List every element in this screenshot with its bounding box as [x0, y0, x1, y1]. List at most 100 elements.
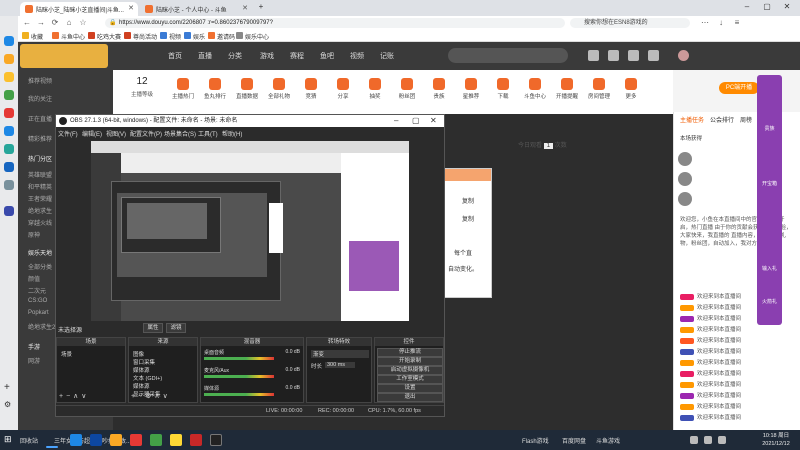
close-tab-icon[interactable]: ✕ [128, 4, 134, 12]
minimize-icon[interactable]: – [740, 2, 754, 14]
app-icon[interactable] [190, 434, 202, 446]
bookmark-item[interactable]: 邀请码 [208, 32, 235, 41]
app-icon[interactable] [4, 206, 14, 216]
dialog-copy-link[interactable]: 复制 [462, 196, 474, 205]
app-icon[interactable] [4, 180, 14, 190]
avatar[interactable] [678, 192, 692, 206]
bookmark-item[interactable]: 娱乐 [184, 32, 205, 41]
toolbar-item[interactable]: 竞猜 [293, 78, 329, 100]
toolbar-item[interactable]: 更多 [613, 78, 649, 100]
nav-link[interactable]: 分类 [228, 51, 242, 61]
browser-search-box[interactable]: 搜索你想在ESN8游戏的 [570, 18, 690, 28]
source-item[interactable]: 文本 (GDI+) [133, 374, 162, 382]
clock[interactable]: 10:18 周日 2021/12/12 [756, 432, 796, 448]
toolbar-item[interactable]: 房间管理 [581, 78, 617, 100]
source-item[interactable]: 媒体源 [133, 382, 150, 390]
toolbar-item[interactable]: 下载 [485, 78, 521, 100]
app-icon[interactable] [4, 108, 14, 118]
sidenav-item[interactable]: CS:GO [28, 298, 47, 304]
nav-link[interactable]: 鱼吧 [320, 51, 334, 61]
sidenav-item[interactable]: 颜值 [28, 274, 40, 283]
sidenav-item[interactable]: 原神 [28, 230, 40, 239]
toolbar-item[interactable]: 贵族 [421, 78, 457, 100]
sidenav-item[interactable]: 二次元 [28, 286, 46, 295]
promo-banner[interactable] [757, 75, 782, 325]
app-icon[interactable] [70, 434, 82, 446]
toolbar-item[interactable]: 斗鱼中心 [517, 78, 553, 100]
start-recording-button[interactable]: 开始录制 [377, 357, 443, 366]
sidenav-item[interactable]: 网游 [28, 356, 40, 365]
sidenav-item[interactable]: 正在直播 [28, 114, 52, 123]
sidenav-item[interactable]: 全部分类 [28, 262, 52, 271]
follow-icon[interactable] [608, 50, 619, 61]
duration-input[interactable]: 300 ms [325, 362, 355, 368]
home-icon[interactable]: ⌂ [64, 18, 74, 28]
start-menu-icon[interactable]: ⊞ [4, 434, 16, 446]
url-bar[interactable]: 🔒 https://www.douyu.com/2206807 :r=0.860… [105, 18, 565, 28]
obs-taskbar-icon[interactable] [210, 434, 222, 446]
source-item[interactable]: 图像 [133, 350, 144, 358]
chat-tab[interactable]: 主播任务 [680, 115, 704, 124]
filters-button[interactable]: 滤镜 [166, 323, 186, 333]
virtual-camera-button[interactable]: 启动虚拟摄像机 [377, 366, 443, 375]
dialog-copy-link[interactable]: 复制 [462, 214, 474, 223]
browser-tab-active[interactable]: 陆眯小芝_陆眯小芝直播间|斗鱼... ✕ [20, 2, 138, 16]
toolbar-item[interactable]: 星推荐 [453, 78, 489, 100]
chat-tab[interactable]: 周榜 [740, 115, 752, 124]
sidenav-item[interactable]: 英雄联盟 [28, 170, 52, 179]
stop-streaming-button[interactable]: 停止推流 [377, 348, 443, 357]
app-icon[interactable] [4, 162, 14, 172]
download-icon[interactable]: ↓ [716, 18, 726, 28]
sidenav-item[interactable]: 精彩推荐 [28, 134, 52, 143]
new-tab-button[interactable]: + [254, 2, 268, 14]
toolbar-item[interactable]: 鱼丸排行 [197, 78, 233, 100]
message-icon[interactable] [628, 50, 639, 61]
app-icon[interactable] [4, 54, 14, 64]
settings-gear-icon[interactable]: ⚙ [4, 400, 14, 410]
obs-preview[interactable] [91, 141, 409, 321]
toolbar-item[interactable]: 分享 [325, 78, 361, 100]
nav-link[interactable]: 游戏 [260, 51, 274, 61]
sidenav-item[interactable]: 推荐视频 [28, 76, 52, 85]
extension-icon[interactable]: ⋯ [700, 18, 710, 28]
forward-icon[interactable]: → [36, 18, 46, 28]
avatar[interactable] [678, 152, 692, 166]
menu-item[interactable]: 场景集合(S) [164, 129, 196, 138]
menu-item[interactable]: 编辑(E) [82, 129, 102, 138]
toolbar-item[interactable]: 直播数据 [229, 78, 265, 100]
promo-label[interactable]: 输入礼 [758, 265, 781, 272]
scene-item[interactable]: 场景 [61, 350, 72, 358]
network-icon[interactable] [690, 436, 698, 444]
menu-item[interactable]: 文件(F) [58, 129, 78, 138]
app-icon[interactable] [4, 72, 14, 82]
app-icon[interactable] [4, 144, 14, 154]
nav-link[interactable]: 直播 [198, 51, 212, 61]
properties-button[interactable]: 属性 [143, 323, 163, 333]
avatar[interactable] [678, 50, 689, 61]
app-icon[interactable] [130, 434, 142, 446]
refresh-icon[interactable]: ⟳ [50, 18, 60, 28]
sidenav-item[interactable]: 我的关注 [28, 94, 52, 103]
taskbar-item[interactable]: 回收站 [20, 436, 38, 445]
app-icon[interactable] [150, 434, 162, 446]
pc-stream-button[interactable]: PC端开播 [719, 82, 759, 94]
source-item[interactable]: 窗口采集 [133, 358, 155, 366]
exit-button[interactable]: 退出 [377, 393, 443, 402]
promo-label[interactable]: 开宝箱 [758, 180, 781, 187]
app-icon[interactable] [4, 36, 14, 46]
app-icon[interactable] [4, 90, 14, 100]
close-tab-icon[interactable]: ✕ [242, 4, 248, 12]
maximize-icon[interactable]: ▢ [760, 2, 774, 14]
browser-tab[interactable]: 陆眯小芝 - 个人中心 - 斗鱼 ✕ [140, 2, 252, 16]
site-search-input[interactable] [448, 48, 568, 63]
menu-item[interactable]: 工具(T) [198, 129, 218, 138]
bookmark-item[interactable]: 斗鱼中心 [52, 32, 85, 41]
input-method-icon[interactable] [718, 436, 726, 444]
promo-label[interactable]: 贵族 [758, 125, 781, 132]
settings-button[interactable]: 设置 [377, 384, 443, 393]
menu-icon[interactable]: ≡ [732, 18, 742, 28]
toolbar-item[interactable]: 抽奖 [357, 78, 393, 100]
menu-item[interactable]: 帮助(H) [222, 129, 242, 138]
close-window-icon[interactable]: ✕ [780, 2, 794, 14]
transition-select[interactable]: 渐变 [311, 350, 369, 358]
